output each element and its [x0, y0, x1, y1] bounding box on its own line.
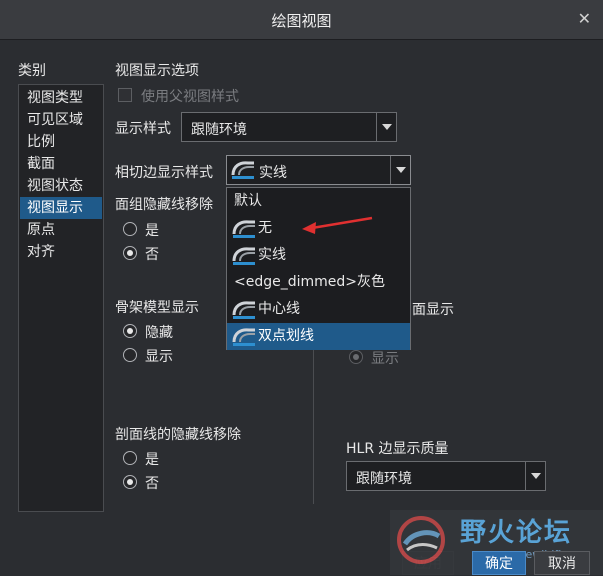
watermark-text: 野火论坛: [460, 518, 573, 548]
cancel-button[interactable]: 取消: [534, 551, 590, 575]
ok-button[interactable]: 确定: [472, 551, 526, 575]
annotation-arrow-icon: [302, 216, 373, 234]
forum-logo-icon: [397, 516, 445, 564]
